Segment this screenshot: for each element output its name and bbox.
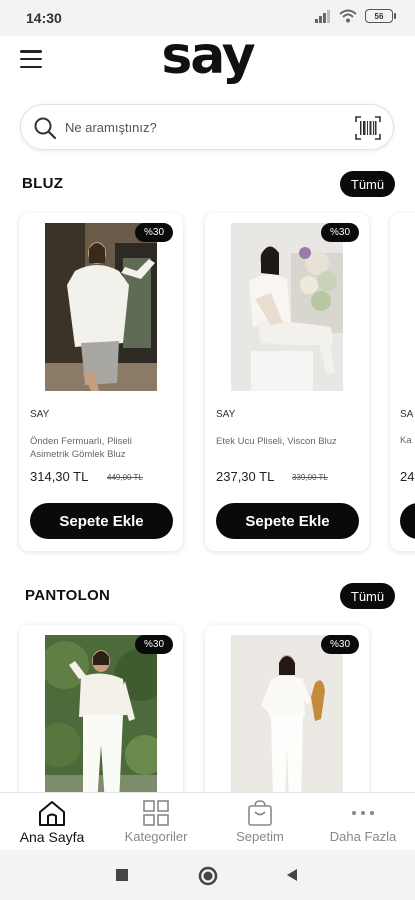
see-all-pantolon-button[interactable]: Tümü	[340, 583, 395, 609]
home-icon	[39, 801, 65, 826]
tab-categories[interactable]: Kategoriler	[104, 793, 208, 851]
product-image[interactable]	[231, 635, 343, 803]
battery-level: 56	[374, 11, 384, 21]
tab-label: Sepetim	[236, 829, 284, 844]
tab-more[interactable]: Daha Fazla	[311, 793, 415, 851]
product-name: Ka	[400, 435, 412, 446]
add-to-cart-button[interactable]	[400, 503, 415, 539]
product-card[interactable]: %30	[205, 625, 369, 805]
discount-badge: %30	[134, 635, 173, 654]
discount-badge: %30	[320, 223, 359, 242]
product-card[interactable]: %30 SAY Önden Fermuarlı, Pliseli Asimetr…	[19, 213, 183, 551]
product-brand: SAY	[30, 409, 50, 420]
signal-icon	[315, 10, 330, 23]
recents-icon[interactable]	[115, 868, 129, 882]
back-icon[interactable]	[285, 868, 299, 882]
tab-label: Ana Sayfa	[19, 829, 85, 845]
app-header: say	[0, 26, 415, 98]
product-name[interactable]: Etek Ucu Pliseli, Viscon Bluz	[216, 435, 356, 448]
product-image[interactable]	[45, 223, 157, 391]
tab-label: Daha Fazla	[329, 829, 397, 844]
grid-icon	[143, 800, 169, 826]
section-title-pantolon: PANTOLON	[25, 587, 111, 604]
product-name[interactable]: Önden Fermuarlı, Pliseli Asimetrik Gömle…	[30, 435, 170, 461]
tab-label: Kategoriler	[124, 829, 188, 844]
barcode-scan-icon[interactable]	[355, 116, 381, 140]
battery-icon: 56	[365, 9, 396, 23]
tab-home[interactable]: Ana Sayfa	[0, 793, 104, 851]
product-price: 24	[400, 469, 415, 484]
search-input[interactable]: Ne aramıştınız?	[65, 120, 157, 135]
product-old-price: 339,00 TL	[292, 473, 328, 482]
brand-logo[interactable]: say	[0, 26, 415, 86]
see-all-bluz-button[interactable]: Tümü	[340, 171, 395, 197]
product-card[interactable]: %30	[19, 625, 183, 805]
section-title-bluz: BLUZ	[22, 175, 64, 192]
search-bar[interactable]: Ne aramıştınız?	[20, 104, 394, 150]
system-nav-bar	[0, 850, 415, 900]
wifi-icon	[339, 9, 357, 23]
discount-badge: %30	[320, 635, 359, 654]
add-to-cart-button[interactable]: Sepete Ekle	[216, 503, 359, 539]
bag-icon	[248, 800, 272, 826]
product-price: 314,30 TL	[30, 469, 89, 484]
product-price: 237,30 TL	[216, 469, 275, 484]
status-time: 14:30	[26, 10, 62, 26]
product-old-price: 449,00 TL	[107, 473, 143, 482]
product-brand: SAY	[216, 409, 236, 420]
product-card-partial[interactable]: SA Ka 24	[390, 213, 415, 551]
product-image[interactable]	[45, 635, 157, 803]
search-icon	[34, 117, 57, 140]
product-card[interactable]: %30 SAY Etek Ucu Pliseli, Viscon Bluz 23…	[205, 213, 369, 551]
product-brand: SA	[400, 409, 414, 420]
product-image[interactable]	[231, 223, 343, 391]
tab-cart[interactable]: Sepetim	[208, 793, 312, 851]
home-nav-icon[interactable]	[198, 866, 218, 886]
bottom-tab-bar: Ana Sayfa Kategoriler Sepetim Daha Fazla	[0, 792, 415, 851]
add-to-cart-button[interactable]: Sepete Ekle	[30, 503, 173, 539]
more-icon	[352, 811, 374, 815]
discount-badge: %30	[134, 223, 173, 242]
